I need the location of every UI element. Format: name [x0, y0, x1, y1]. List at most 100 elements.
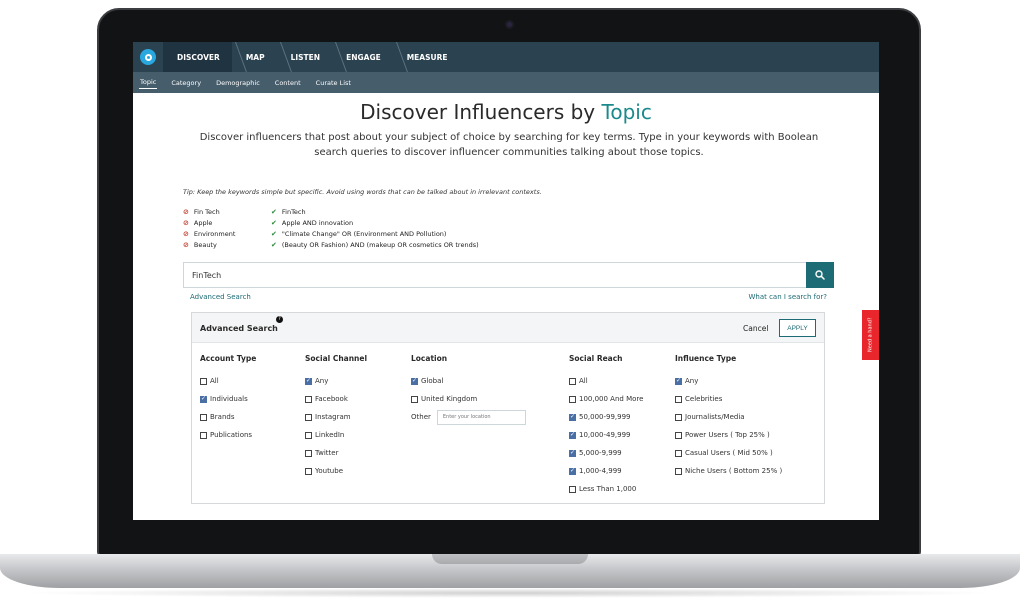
checkbox-journalists[interactable]: Journalists/Media [675, 408, 782, 426]
good-example-text: Apple AND innovation [281, 218, 354, 227]
checkbox[interactable] [675, 431, 682, 439]
checkbox-checked[interactable]: ✓ [200, 395, 207, 403]
page-title: Discover Influencers by Topic [133, 100, 879, 124]
checkbox-label: Journalists/Media [685, 413, 745, 421]
nav-discover[interactable]: DISCOVER [163, 42, 247, 72]
checkbox-reach-all[interactable]: All [569, 372, 643, 390]
social-reach-heading: Social Reach [569, 354, 623, 363]
nav-engage[interactable]: ENGAGE [332, 42, 408, 72]
cancel-button[interactable]: Cancel [743, 324, 768, 333]
account-type-group: Account Type All ✓ Individuals Brands Pub… [200, 354, 256, 444]
checkbox-any[interactable]: ✓ Any [305, 372, 367, 390]
checkbox[interactable] [675, 467, 682, 475]
bad-example: ⊘ Beauty [183, 241, 271, 249]
checkbox-instagram[interactable]: Instagram [305, 408, 367, 426]
nav-map-label: MAP [245, 52, 265, 62]
checkbox[interactable] [200, 377, 207, 385]
checkbox-label: 50,000-99,999 [579, 413, 631, 421]
checkbox[interactable] [675, 413, 682, 421]
nav-map[interactable]: MAP [232, 42, 292, 72]
bad-example-text: Fin Tech [193, 207, 220, 216]
checkbox[interactable] [569, 377, 576, 385]
checkbox[interactable] [675, 395, 682, 403]
checkbox-checked[interactable]: ✓ [569, 467, 576, 475]
nav-listen[interactable]: LISTEN [277, 42, 347, 72]
checkbox-checked[interactable]: ✓ [569, 431, 576, 439]
checkbox-influence-any[interactable]: ✓ Any [675, 372, 782, 390]
checkbox-checked[interactable]: ✓ [569, 413, 576, 421]
checkbox-facebook[interactable]: Facebook [305, 390, 367, 408]
tab-category[interactable]: Category [170, 77, 202, 89]
prohibited-icon: ⊘ [183, 240, 189, 249]
good-example-text: FinTech [281, 207, 306, 216]
checkbox-united-kingdom[interactable]: United Kingdom [411, 390, 526, 408]
checkbox-checked[interactable]: ✓ [675, 377, 682, 385]
prohibited-icon: ⊘ [183, 218, 189, 227]
checkbox-reach-100k[interactable]: 100,000 And More [569, 390, 643, 408]
checkbox-checked[interactable]: ✓ [305, 377, 312, 385]
checkbox-power-users[interactable]: Power Users ( Top 25% ) [675, 426, 782, 444]
checkbox[interactable] [305, 449, 312, 457]
checkbox-individuals[interactable]: ✓ Individuals [200, 390, 256, 408]
location-group: Location ✓ Global United Kingdom Other [411, 354, 526, 426]
tab-curate-list[interactable]: Curate List [315, 77, 352, 89]
checkbox-celebrities[interactable]: Celebrities [675, 390, 782, 408]
checkbox-brands[interactable]: Brands [200, 408, 256, 426]
checkbox[interactable] [411, 395, 418, 403]
checkbox-label: Youtube [315, 467, 343, 475]
need-a-hand-tab[interactable]: Need a hand? [862, 310, 879, 360]
checkbox-youtube[interactable]: Youtube [305, 462, 367, 480]
checkbox-publications[interactable]: Publications [200, 426, 256, 444]
checkbox[interactable] [200, 413, 207, 421]
good-example: ✔ Apple AND innovation [271, 219, 353, 227]
nav-measure[interactable]: MEASURE [393, 42, 460, 72]
example-row: ⊘ Environment ✔ "Climate Change" OR (Envir… [183, 228, 479, 239]
checkbox-label: Twitter [315, 449, 339, 457]
search-input[interactable] [184, 263, 806, 287]
checkbox-label: Any [315, 377, 329, 385]
search-help-link[interactable]: What can I search for? [713, 293, 827, 301]
checkbox-casual-users[interactable]: Casual Users ( Mid 50% ) [675, 444, 782, 462]
checkbox-linkedin[interactable]: LinkedIn [305, 426, 367, 444]
checkbox[interactable] [305, 467, 312, 475]
apply-button[interactable]: APPLY [779, 319, 816, 337]
checkbox-global[interactable]: ✓ Global [411, 372, 526, 390]
bad-example-text: Apple [193, 218, 213, 227]
advanced-search-link[interactable]: Advanced Search [190, 293, 251, 301]
tab-demographic[interactable]: Demographic [215, 77, 261, 89]
checkbox-checked[interactable]: ✓ [569, 449, 576, 457]
good-example-text: "Climate Change" OR (Environment AND Pol… [281, 229, 447, 238]
top-nav: DISCOVER MAP LISTEN ENGAGE MEASURE [133, 42, 879, 72]
social-reach-group: Social Reach All 100,000 And More ✓ 50,00… [569, 354, 643, 498]
tab-topic[interactable]: Topic [139, 76, 158, 89]
checkbox-reach-10k[interactable]: ✓ 10,000-49,999 [569, 426, 643, 444]
checkbox-twitter[interactable]: Twitter [305, 444, 367, 462]
checkbox-all[interactable]: All [200, 372, 256, 390]
help-badge-icon[interactable]: ? [276, 316, 283, 323]
search-button[interactable] [806, 262, 834, 288]
checkbox[interactable] [569, 485, 576, 493]
checkbox[interactable] [305, 431, 312, 439]
checkbox[interactable] [305, 413, 312, 421]
app-logo-icon[interactable] [133, 42, 163, 72]
checkbox-label: Less Than 1,000 [579, 485, 637, 493]
nav-listen-label: LISTEN [290, 52, 321, 62]
checkbox-label: Brands [210, 413, 235, 421]
checkbox-niche-users[interactable]: Niche Users ( Bottom 25% ) [675, 462, 782, 480]
checkbox-checked[interactable]: ✓ [411, 377, 418, 385]
checkbox-reach-1k[interactable]: ✓ 1,000-4,999 [569, 462, 643, 480]
location-input[interactable] [436, 409, 526, 425]
bad-example: ⊘ Environment [183, 230, 271, 238]
social-channel-group: Social Channel ✓ Any Facebook Instagram L… [305, 354, 367, 480]
checkbox-reach-5k[interactable]: ✓ 5,000-9,999 [569, 444, 643, 462]
checkbox-label: Celebrities [685, 395, 723, 403]
checkbox[interactable] [569, 395, 576, 403]
checkbox[interactable] [675, 449, 682, 457]
checkbox[interactable] [305, 395, 312, 403]
checkbox-reach-under-1k[interactable]: Less Than 1,000 [569, 480, 643, 498]
social-channel-heading: Social Channel [305, 354, 368, 363]
app-screen: DISCOVER MAP LISTEN ENGAGE MEASURE Topic… [133, 42, 879, 520]
checkbox[interactable] [200, 431, 207, 439]
tab-content[interactable]: Content [274, 77, 302, 89]
checkbox-reach-50k[interactable]: ✓ 50,000-99,999 [569, 408, 643, 426]
